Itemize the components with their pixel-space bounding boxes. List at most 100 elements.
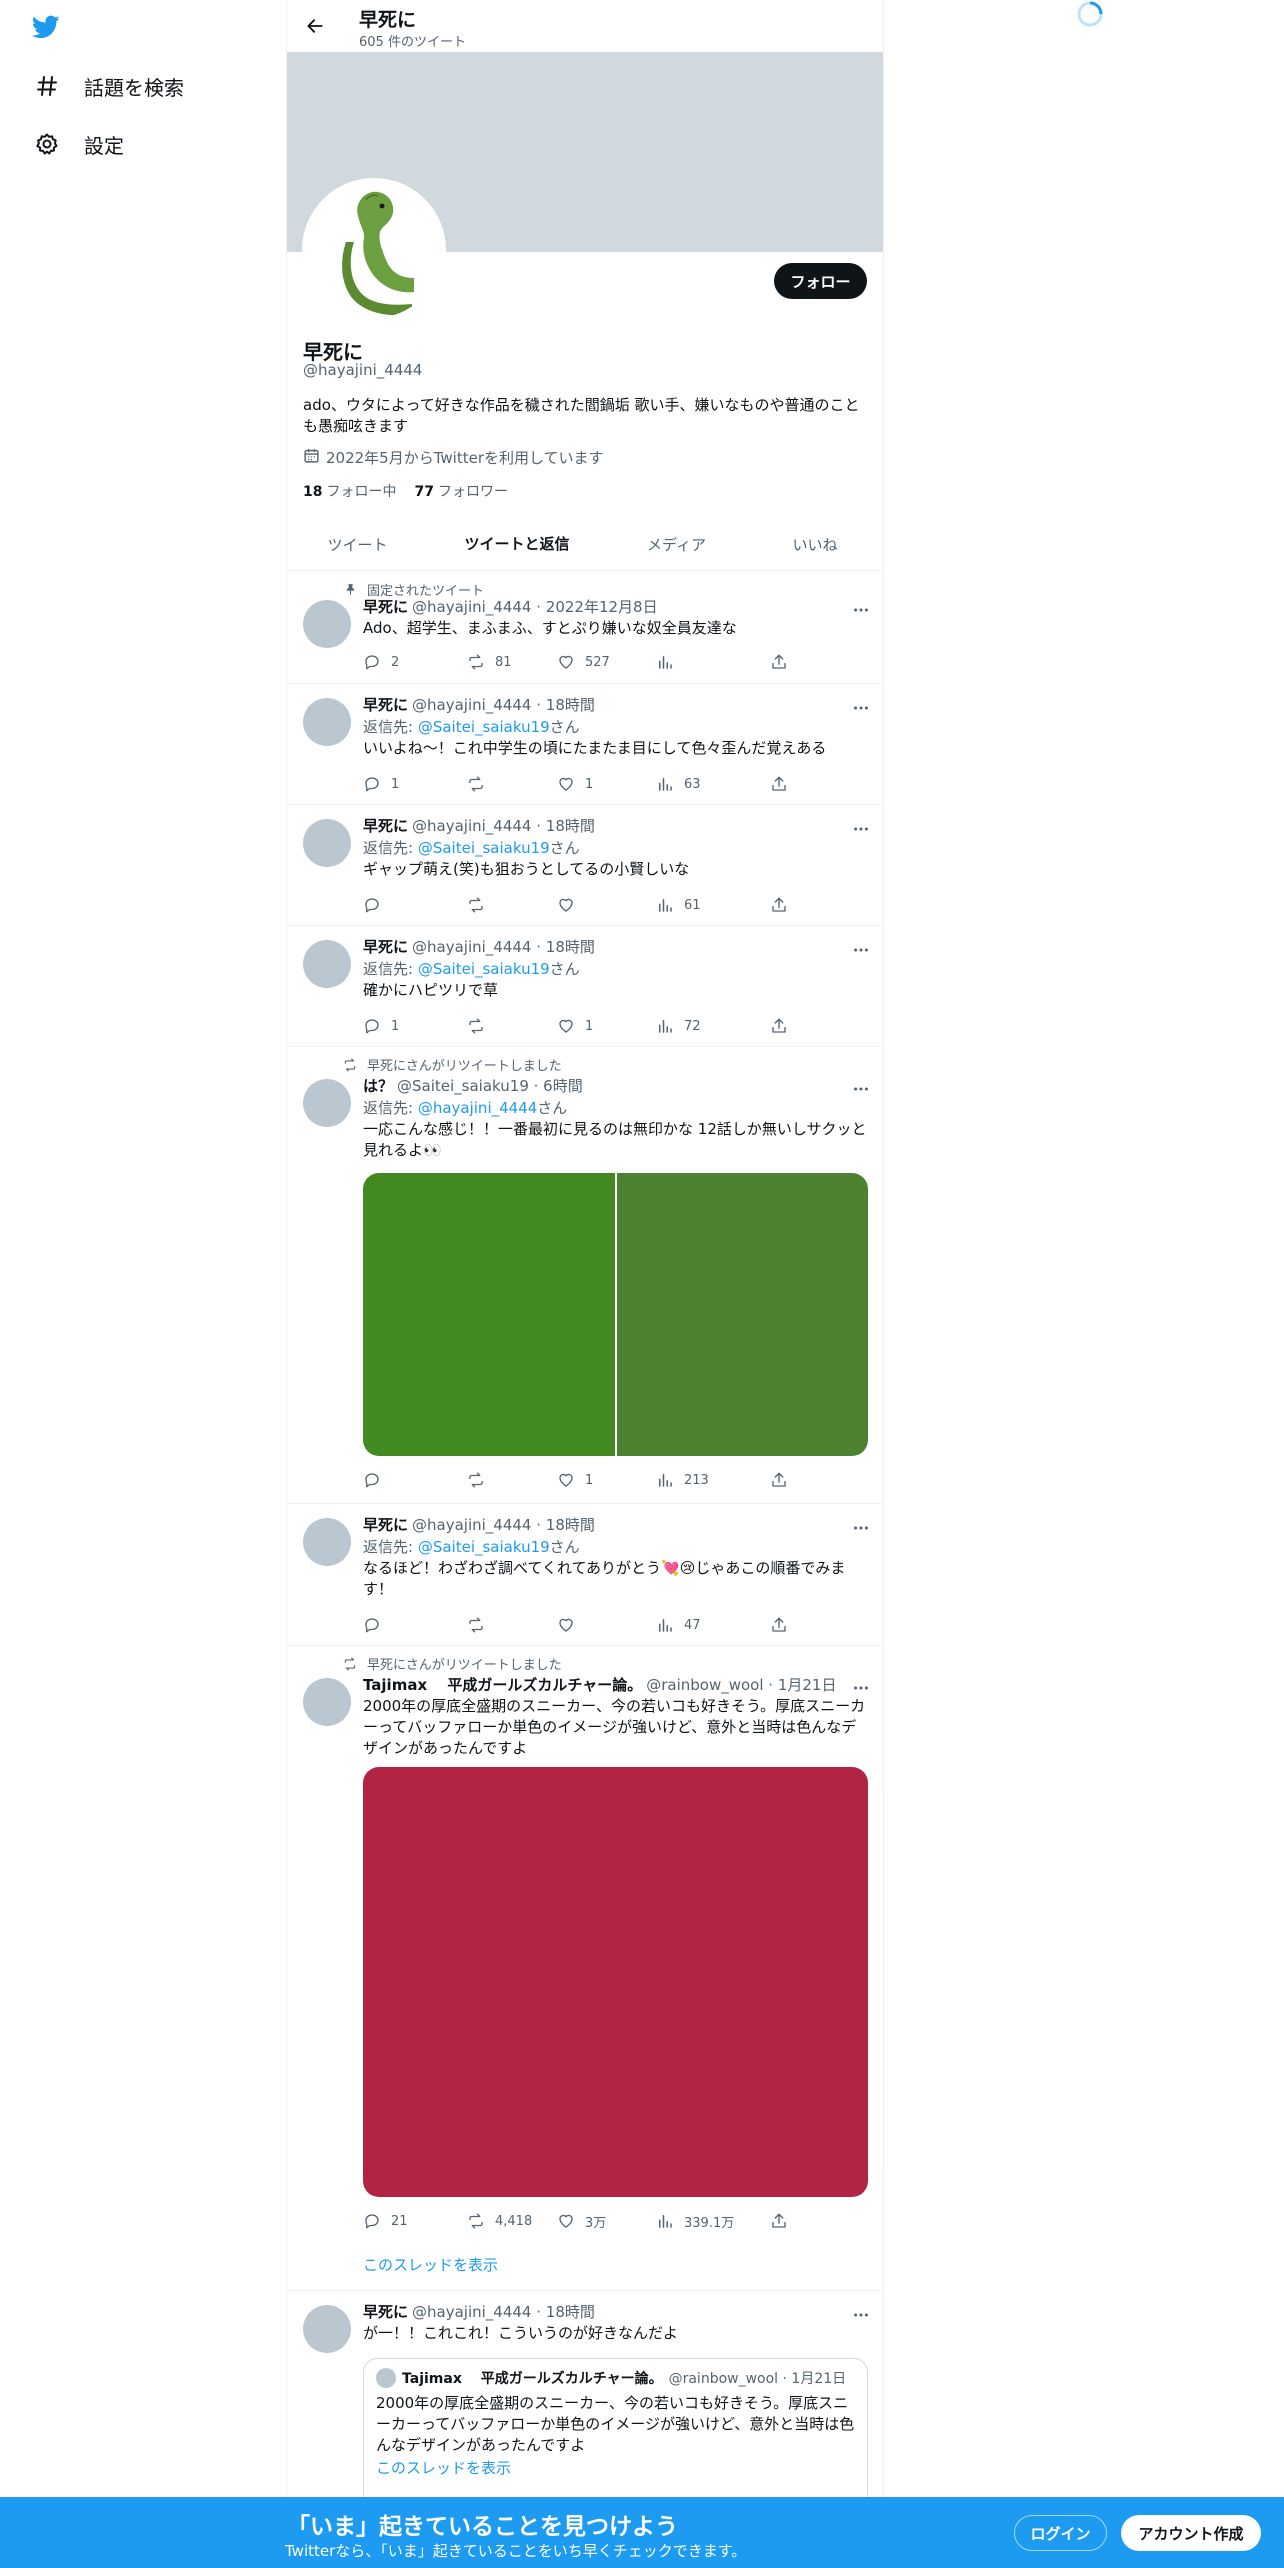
- tweet-author-name[interactable]: 早死に: [363, 817, 408, 835]
- avatar[interactable]: [303, 1678, 351, 1726]
- mention-link[interactable]: @Saitei_saiaku19: [418, 1538, 550, 1556]
- tab-media[interactable]: メディア: [606, 518, 747, 571]
- share-action[interactable]: [770, 2211, 788, 2231]
- twitter-bird-icon[interactable]: [30, 13, 66, 43]
- tweet-quote[interactable]: 早死に @hayajini_4444 · 18時間 が一！！これこれ！こういうのが…: [287, 2291, 883, 2500]
- views-action[interactable]: 63: [656, 774, 701, 794]
- tweet[interactable]: 早死に @hayajini_4444 · 18時間 返信先: @Saitei_sa…: [287, 1504, 883, 1646]
- retweet-action[interactable]: [467, 895, 495, 915]
- reply-action[interactable]: 1: [363, 774, 399, 794]
- avatar[interactable]: [303, 940, 351, 988]
- like-action[interactable]: 527: [557, 652, 610, 672]
- reply-action[interactable]: 1: [363, 1016, 399, 1036]
- follow-button[interactable]: フォロー: [774, 263, 867, 299]
- tweet-retweeted[interactable]: 早死にさんがリツイートしました は？ @Saitei_saiaku19 · 6時間…: [287, 1047, 883, 1504]
- reply-action[interactable]: 21: [363, 2211, 408, 2231]
- tweet-author-name[interactable]: 早死に: [363, 1516, 408, 1534]
- views-action[interactable]: [656, 652, 684, 672]
- nav-explore[interactable]: 話題を検索: [32, 71, 184, 101]
- share-action[interactable]: [770, 1615, 788, 1635]
- avatar[interactable]: [303, 1518, 351, 1566]
- tweet[interactable]: 早死に @hayajini_4444 · 18時間 返信先: @Saitei_sa…: [287, 926, 883, 1047]
- tweet-pinned[interactable]: 固定されたツイート 早死に @hayajini_4444 · 2022年12月8日…: [287, 572, 883, 684]
- show-thread-link[interactable]: このスレッドを表示: [363, 2254, 498, 2275]
- tweet[interactable]: 早死に @hayajini_4444 · 18時間 返信先: @Saitei_sa…: [287, 684, 883, 805]
- share-action[interactable]: [770, 895, 788, 915]
- like-count: 1: [585, 1472, 594, 1488]
- tweet-author-name[interactable]: 早死に: [363, 2303, 408, 2321]
- retweet-action[interactable]: [467, 1470, 495, 1490]
- more-options-icon[interactable]: [851, 1079, 871, 1099]
- retweet-action[interactable]: [467, 774, 495, 794]
- more-options-icon[interactable]: [851, 2305, 871, 2325]
- like-action[interactable]: 1: [557, 1470, 593, 1490]
- more-options-icon[interactable]: [851, 819, 871, 839]
- like-action[interactable]: 1: [557, 1016, 593, 1036]
- tweet-author-name[interactable]: は？: [363, 1077, 393, 1095]
- tweet-retweeted[interactable]: 早死にさんがリツイートしました Tajimax 平成ガールズカルチャー論。 @ra…: [287, 1646, 883, 2291]
- views-action[interactable]: 339.1万: [656, 2211, 734, 2231]
- more-options-icon[interactable]: [851, 1678, 871, 1698]
- tweet-media[interactable]: [363, 1767, 868, 2197]
- login-button[interactable]: ログイン: [1014, 2515, 1107, 2551]
- quoted-tweet[interactable]: Tajimax 平成ガールズカルチャー論。 @rainbow_wool · 1月…: [363, 2358, 868, 2498]
- tab-likes[interactable]: いいね: [747, 518, 883, 571]
- tweet-text: が一！！これこれ！こういうのが好きなんだよ: [363, 2324, 679, 2342]
- tweet-author-name[interactable]: 早死に: [363, 598, 408, 616]
- views-action[interactable]: 213: [656, 1470, 709, 1490]
- pin-icon: [337, 583, 357, 596]
- avatar[interactable]: [303, 698, 351, 746]
- retweet-action[interactable]: 4,418: [467, 2211, 532, 2231]
- show-thread-link[interactable]: このスレッドを表示: [376, 2457, 511, 2478]
- media-image-2[interactable]: [616, 1173, 868, 1456]
- following-link[interactable]: 18 フォロー中: [303, 481, 396, 501]
- retweet-icon: [337, 1058, 357, 1072]
- more-options-icon[interactable]: [851, 1518, 871, 1538]
- media-image-1[interactable]: [363, 1173, 615, 1456]
- avatar[interactable]: [303, 2305, 351, 2353]
- share-action[interactable]: [770, 774, 788, 794]
- tab-tweets-and-replies[interactable]: ツイートと返信: [428, 518, 606, 571]
- mention-link[interactable]: @hayajini_4444: [418, 1099, 537, 1117]
- like-action[interactable]: 3万: [557, 2211, 606, 2231]
- tweet-author-name[interactable]: 早死に: [363, 696, 408, 714]
- tweet-author-name[interactable]: 早死に: [363, 938, 408, 956]
- reply-action[interactable]: [363, 895, 391, 915]
- share-action[interactable]: [770, 1016, 788, 1036]
- retweet-action[interactable]: 81: [467, 652, 512, 672]
- avatar[interactable]: [303, 600, 351, 648]
- views-action[interactable]: 47: [656, 1615, 701, 1635]
- retweet-action[interactable]: [467, 1615, 495, 1635]
- reply-action[interactable]: [363, 1615, 391, 1635]
- avatar[interactable]: [303, 1079, 351, 1127]
- signup-banner-subtitle: Twitterなら、「いま」起きていることをいち早くチェックできます。: [285, 2542, 747, 2560]
- mention-link[interactable]: @Saitei_saiaku19: [418, 839, 550, 857]
- tab-tweets[interactable]: ツイート: [287, 518, 428, 571]
- mention-link[interactable]: @Saitei_saiaku19: [418, 718, 550, 736]
- mention-link[interactable]: @Saitei_saiaku19: [418, 960, 550, 978]
- reply-action[interactable]: 2: [363, 652, 399, 672]
- like-action[interactable]: [557, 1615, 585, 1635]
- views-count: 339.1万: [684, 2215, 735, 2231]
- views-action[interactable]: 72: [656, 1016, 701, 1036]
- tweet-media[interactable]: [363, 1173, 868, 1456]
- profile-avatar[interactable]: [302, 178, 446, 322]
- tweet-author-name[interactable]: Tajimax 平成ガールズカルチャー論。: [363, 1676, 642, 1694]
- tweet[interactable]: 早死に @hayajini_4444 · 18時間 返信先: @Saitei_sa…: [287, 805, 883, 926]
- nav-settings[interactable]: 設定: [32, 129, 124, 159]
- like-action[interactable]: [557, 895, 585, 915]
- avatar[interactable]: [303, 819, 351, 867]
- more-options-icon[interactable]: [851, 698, 871, 718]
- reply-action[interactable]: [363, 1470, 391, 1490]
- share-action[interactable]: [770, 652, 788, 672]
- signup-button[interactable]: アカウント作成: [1121, 2515, 1261, 2551]
- back-arrow-icon[interactable]: [301, 12, 329, 40]
- more-options-icon[interactable]: [851, 600, 871, 620]
- views-action[interactable]: 61: [656, 895, 701, 915]
- like-action[interactable]: 1: [557, 774, 593, 794]
- retweet-action[interactable]: [467, 1016, 495, 1036]
- share-action[interactable]: [770, 1470, 788, 1490]
- more-options-icon[interactable]: [851, 940, 871, 960]
- followers-link[interactable]: 77 フォロワー: [414, 481, 507, 501]
- nav-settings-label: 設定: [84, 133, 124, 158]
